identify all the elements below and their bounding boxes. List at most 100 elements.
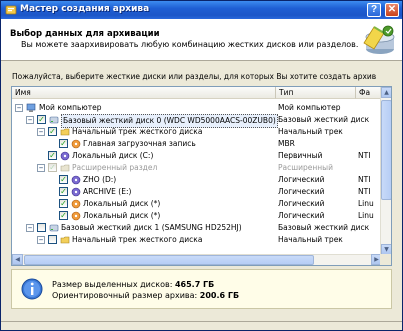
tree-item-type: Начальный трек (278, 127, 343, 136)
tree-row[interactable]: ✓ ARCHIVE (E:) Логический NTI (12, 186, 382, 198)
close-button[interactable]: ✕ (385, 3, 399, 17)
tree-item-type: Базовый жесткий диск (278, 115, 370, 124)
tree-item-label: Локальный диск (*) (83, 199, 161, 208)
separator-line (1, 321, 402, 322)
disk-tree[interactable]: Имя Тип Фа − Мой компьютер Мой компьютер… (11, 86, 392, 266)
tree-row[interactable]: − ✓ Начальный трек жесткого диска Началь… (12, 126, 382, 138)
wizard-header: Выбор данных для архивации Вы можете заа… (1, 19, 402, 61)
folder-icon (60, 128, 70, 136)
computer-icon (26, 103, 36, 112)
tree-item-label: ARCHIVE (E:) (83, 187, 132, 196)
tree-item-type: Первичный (278, 151, 323, 160)
title-bar[interactable]: Мастер создания архива ? ✕ (1, 1, 402, 19)
scroll-corner (380, 254, 391, 265)
tree-item-type: Базовый жесткий диск (278, 223, 370, 232)
tree-item-type: Логический (278, 211, 325, 220)
tree-row[interactable]: ✓ ZHO (D:) Логический NTI (12, 174, 382, 186)
info-icon (21, 278, 43, 300)
archive-size-value: 200.6 ГБ (199, 291, 240, 300)
partition-icon (71, 187, 81, 197)
size-info-panel: Размер выделенных дисков: 465.7 ГБ Ориен… (11, 269, 392, 309)
folder-icon (60, 236, 70, 244)
tree-row[interactable]: − Начальный трек жесткого диска Начальны… (12, 234, 382, 246)
selected-size-value: 465.7 ГБ (174, 280, 215, 289)
tree-item-fs: NTI (358, 175, 371, 184)
tree-item-type: Расширенный (278, 163, 333, 172)
window-title: Мастер создания архива (20, 4, 150, 14)
help-button[interactable]: ? (367, 3, 381, 17)
tree-item-type: Логический (278, 175, 325, 184)
column-header-fs[interactable]: Фа (356, 87, 382, 99)
checkbox-disk-1[interactable] (37, 223, 46, 232)
checkbox-linux-1[interactable]: ✓ (59, 199, 68, 208)
collapse-toggle[interactable]: − (26, 224, 34, 232)
scroll-up-icon[interactable]: ▲ (381, 87, 391, 98)
archive-size-text: Ориентировочный размер архива: 200.6 ГБ (52, 291, 239, 300)
tree-item-label: Главная загрузочная запись (83, 139, 196, 148)
scroll-thumb[interactable] (381, 100, 391, 200)
tree-row[interactable]: ✓ Локальный диск (C:) Первичный NTI (12, 150, 382, 162)
checkbox-track-0[interactable]: ✓ (48, 127, 57, 136)
archive-wizard-window: Мастер создания архива ? ✕ Выбор данных … (0, 0, 403, 331)
tree-item-label: ZHO (D:) (83, 175, 117, 184)
checkbox-drive-e[interactable]: ✓ (59, 187, 68, 196)
checkbox-track-1[interactable] (48, 235, 57, 244)
tree-item-label: Мой компьютер (39, 103, 102, 112)
tree-item-label: Начальный трек жесткого диска (72, 235, 203, 244)
app-icon (5, 5, 17, 15)
tree-row[interactable]: − ✓ Расширенный раздел Расширенный (12, 162, 382, 174)
disk-archive-icon (363, 25, 395, 54)
partition-icon (71, 175, 81, 185)
tree-item-label: Локальный диск (C:) (72, 151, 154, 160)
tree-row[interactable]: ✓ Локальный диск (*) Логический Linu (12, 198, 382, 210)
tree-row[interactable]: − ✓ Базовый жесткий диск 0 (WDC WD5000AA… (12, 114, 382, 128)
tree-item-label: Локальный диск (*) (83, 211, 161, 220)
selection-prompt: Пожалуйста, выберите жесткие диски или р… (12, 72, 377, 81)
partition-icon (71, 211, 81, 221)
tree-item-label: Расширенный раздел (72, 163, 158, 172)
column-header-name[interactable]: Имя (12, 87, 276, 99)
tree-row[interactable]: − Мой компьютер Мой компьютер (12, 102, 382, 114)
collapse-toggle[interactable]: − (37, 128, 45, 136)
collapse-toggle[interactable]: − (26, 116, 34, 124)
page-subtitle: Вы можете заархивировать любую комбинаци… (21, 40, 359, 49)
selected-size-text: Размер выделенных дисков: 465.7 ГБ (52, 280, 214, 289)
mbr-icon (71, 139, 81, 149)
partition-icon (60, 151, 70, 161)
column-header-type[interactable]: Тип (276, 87, 356, 99)
tree-row[interactable]: ✓ Локальный диск (*) Логический Linu (12, 210, 382, 222)
tree-item-type: Начальный трек (278, 235, 343, 244)
tree-item-type: Логический (278, 199, 325, 208)
checkbox-linux-2[interactable]: ✓ (59, 211, 68, 220)
collapse-toggle[interactable]: − (15, 104, 23, 112)
hard-disk-icon (49, 116, 59, 124)
checkbox-disk-0[interactable]: ✓ (37, 115, 46, 124)
tree-item-fs: Linu (358, 211, 374, 220)
h-scroll-thumb[interactable] (24, 255, 314, 265)
tree-item-type: Логический (278, 187, 325, 196)
partition-icon (71, 199, 81, 209)
extended-partition-icon (60, 164, 70, 172)
tree-row[interactable]: − Базовый жесткий диск 1 (SAMSUNG HD252H… (12, 222, 382, 234)
vertical-scrollbar[interactable]: ▲ ▼ (380, 87, 391, 255)
tree-item-label: Начальный трек жесткого диска (72, 127, 203, 136)
collapse-toggle[interactable]: − (37, 236, 45, 244)
archive-size-label: Ориентировочный размер архива: (52, 291, 198, 300)
collapse-toggle[interactable]: − (37, 164, 45, 172)
checkbox-extended[interactable]: ✓ (48, 163, 57, 172)
tree-row[interactable]: ✓ Главная загрузочная запись MBR (12, 138, 382, 150)
page-title: Выбор данных для архивации (10, 29, 160, 39)
checkbox-drive-d[interactable]: ✓ (59, 175, 68, 184)
tree-item-label: Базовый жесткий диск 1 (SAMSUNG HD252HJ) (61, 223, 242, 232)
scroll-left-icon[interactable]: ◀ (12, 254, 23, 265)
checkbox-drive-c[interactable]: ✓ (48, 151, 57, 160)
checkbox-mbr[interactable]: ✓ (59, 139, 68, 148)
tree-item-fs: NTI (358, 187, 371, 196)
tree-item-type: MBR (278, 139, 295, 148)
tree-item-fs: Linu (358, 199, 374, 208)
tree-item-fs: NTI (358, 151, 371, 160)
tree-item-type: Мой компьютер (278, 103, 341, 112)
hard-disk-icon (49, 224, 59, 232)
horizontal-scrollbar[interactable]: ◀ ▶ (12, 254, 382, 265)
selected-size-label: Размер выделенных дисков: (52, 280, 173, 289)
